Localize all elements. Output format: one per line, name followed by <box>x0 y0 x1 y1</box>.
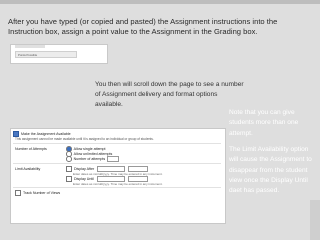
display-after-hint: Enter dates as mm/dd/yyyy. Time may be e… <box>73 171 163 176</box>
display-after-checkbox[interactable] <box>66 166 72 172</box>
display-until-hint: Enter dates as mm/dd/yyyy. Time may be e… <box>73 181 163 186</box>
slide-corner-decoration <box>310 200 320 240</box>
assignment-options-form: Make the Assignment Available This assig… <box>10 128 226 224</box>
track-views-checkbox[interactable] <box>15 190 21 196</box>
make-available-help: This assignment cannot be made available… <box>15 137 154 141</box>
display-until-checkbox[interactable] <box>66 176 72 182</box>
divider <box>13 187 221 188</box>
track-views-row[interactable]: Track Number of Views <box>15 190 60 196</box>
limit-availability-label: Limit Availability <box>15 167 41 171</box>
points-possible-label: Points Possible <box>18 52 38 57</box>
grading-box-screenshot: Points Possible <box>10 44 108 64</box>
divider <box>13 163 221 164</box>
radio-number[interactable] <box>66 156 72 162</box>
scroll-callout: You then will scroll down the page to se… <box>95 81 244 108</box>
attempts-number-input[interactable] <box>107 156 120 162</box>
make-available-label: Make the Assignment Available <box>21 132 71 136</box>
slide: After you have typed (or copied and past… <box>0 0 320 240</box>
slide-title: After you have typed (or copied and past… <box>8 17 278 37</box>
slide-top-bar <box>0 0 320 4</box>
attempts-option-number[interactable]: Number of attempts <box>66 156 120 162</box>
points-possible-field[interactable]: Points Possible <box>15 51 77 58</box>
attempts-label: Number of Attempts <box>15 147 47 151</box>
attempts-note: Note that you can give students more tha… <box>229 109 299 137</box>
limit-availability-note: The Limit Availability option will cause… <box>229 146 312 195</box>
grading-header-bar <box>15 45 45 48</box>
divider <box>13 143 221 144</box>
